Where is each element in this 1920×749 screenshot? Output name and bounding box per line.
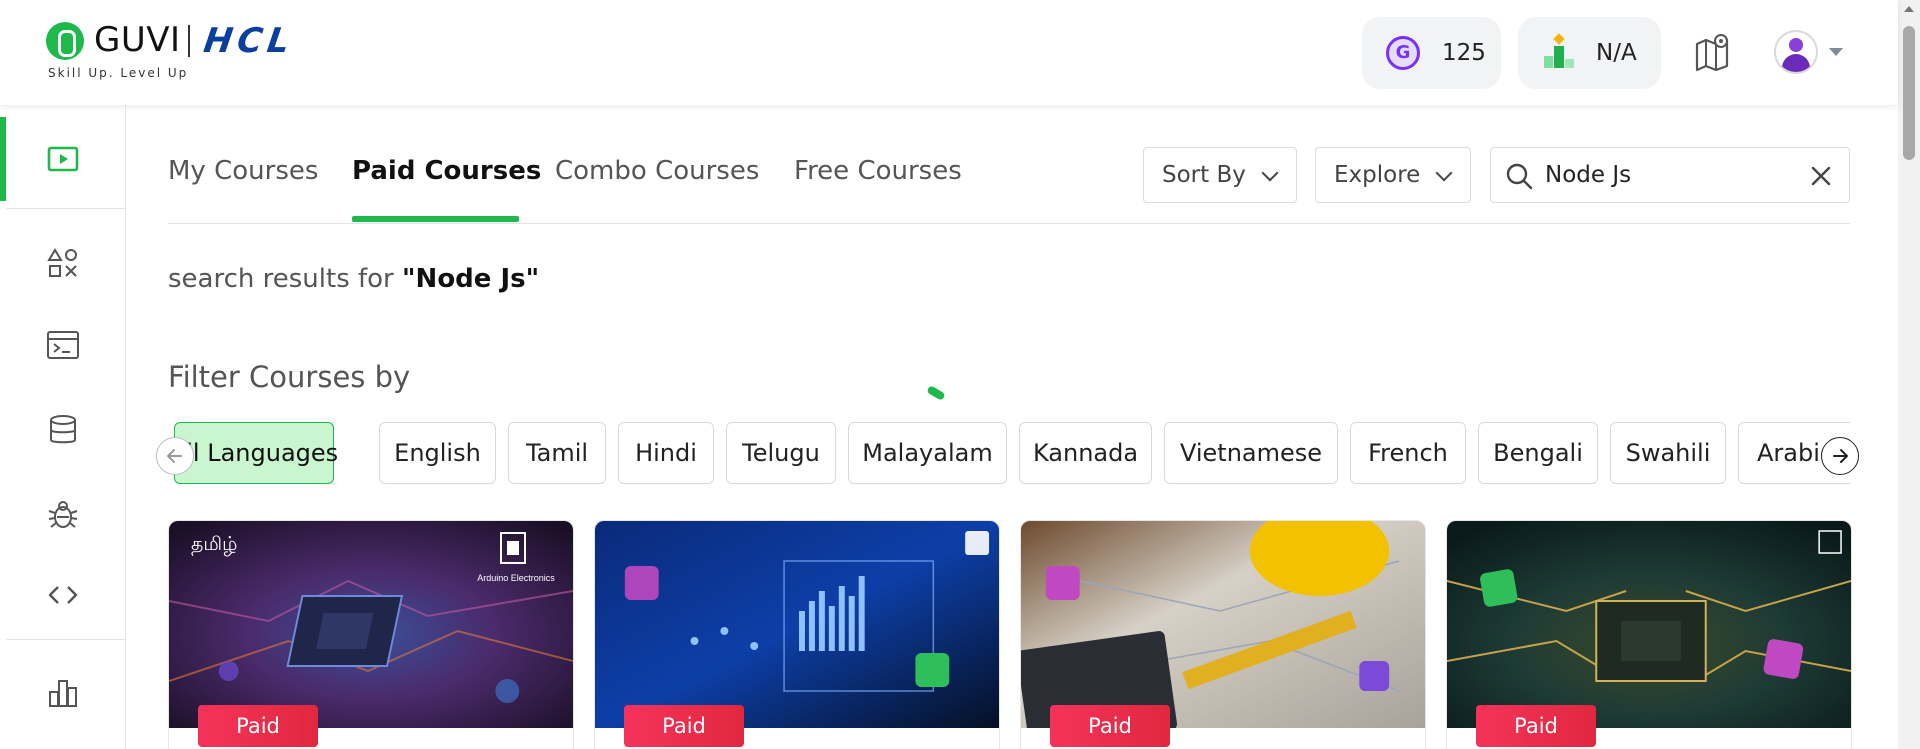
sidebar-item-leaderboard[interactable] bbox=[0, 663, 126, 723]
chip-telugu[interactable]: Telugu bbox=[726, 422, 836, 484]
chip-malayalam[interactable]: Malayalam bbox=[848, 422, 1007, 484]
rank-value: N/A bbox=[1596, 40, 1637, 66]
logo-guvi-text: GUVI bbox=[94, 20, 181, 60]
course-card[interactable]: Paid bbox=[1020, 520, 1426, 749]
language-filter-chips: All Languages English Tamil Hindi Telugu… bbox=[168, 420, 1850, 486]
play-icon bbox=[47, 146, 79, 172]
chip-swahili[interactable]: Swahili bbox=[1610, 422, 1726, 484]
paid-badge: Paid bbox=[1050, 705, 1170, 747]
tab-my-courses[interactable]: My Courses bbox=[168, 155, 318, 187]
explore-dropdown[interactable]: Explore bbox=[1315, 147, 1471, 203]
paid-badge: Paid bbox=[1476, 705, 1596, 747]
sidebar-item-code[interactable] bbox=[0, 565, 126, 625]
paid-badge: Paid bbox=[624, 705, 744, 747]
card-tag-text: Arduino Electronics bbox=[477, 573, 555, 583]
chevron-down-icon bbox=[1435, 164, 1453, 182]
scroll-left-button[interactable] bbox=[156, 437, 194, 475]
search-results-heading: search results for "Node Js" bbox=[168, 264, 539, 294]
guvi-logo-icon bbox=[46, 22, 84, 60]
chevron-down-icon[interactable] bbox=[1829, 48, 1843, 56]
sidebar-item-debug[interactable] bbox=[0, 485, 126, 545]
chevron-down-icon bbox=[1261, 164, 1279, 182]
logo-tagline: Skill Up. Level Up bbox=[48, 66, 189, 80]
tabs-divider bbox=[168, 223, 1850, 224]
active-tab-indicator bbox=[352, 216, 519, 222]
gems-counter[interactable]: 125 bbox=[1362, 17, 1501, 89]
chip-all-languages[interactable]: All Languages bbox=[170, 422, 338, 484]
tab-paid-courses[interactable]: Paid Courses bbox=[352, 155, 541, 187]
course-thumbnail bbox=[1021, 521, 1425, 728]
course-card[interactable]: Paid bbox=[1446, 520, 1852, 749]
search-icon bbox=[1506, 163, 1533, 190]
leaderboard-icon bbox=[1544, 33, 1574, 68]
close-icon[interactable] bbox=[1809, 164, 1833, 188]
chip-kannada[interactable]: Kannada bbox=[1019, 422, 1152, 484]
shapes-icon bbox=[47, 248, 77, 277]
chip-bengali[interactable]: Bengali bbox=[1478, 422, 1598, 484]
chip-hindi[interactable]: Hindi bbox=[618, 422, 714, 484]
rank-counter[interactable]: N/A bbox=[1518, 17, 1661, 89]
tab-combo-courses[interactable]: Combo Courses bbox=[555, 155, 759, 187]
guvi-hcl-logo[interactable]: GUVI HCL Skill Up. Level Up bbox=[46, 20, 356, 82]
chip-vietnamese[interactable]: Vietnamese bbox=[1164, 422, 1338, 484]
filter-title: Filter Courses by bbox=[168, 360, 411, 394]
user-avatar[interactable] bbox=[1774, 30, 1818, 74]
chart-icon bbox=[49, 680, 77, 707]
explore-label: Explore bbox=[1334, 162, 1421, 188]
sort-by-label: Sort By bbox=[1162, 162, 1246, 188]
chip-english[interactable]: English bbox=[379, 422, 496, 484]
chip-french[interactable]: French bbox=[1350, 422, 1466, 484]
gem-coin-icon bbox=[1386, 36, 1420, 70]
sidebar-item-ide[interactable] bbox=[0, 315, 126, 375]
roadmap-icon[interactable] bbox=[1693, 32, 1733, 72]
results-prefix: search results for bbox=[168, 264, 394, 294]
top-header: GUVI HCL Skill Up. Level Up 125 N/A bbox=[0, 0, 1898, 105]
chip-tamil[interactable]: Tamil bbox=[508, 422, 606, 484]
course-thumbnail bbox=[595, 521, 999, 728]
loading-spinner bbox=[926, 385, 946, 401]
course-thumbnail bbox=[1447, 521, 1851, 728]
search-input[interactable] bbox=[1545, 158, 1795, 192]
left-sidebar bbox=[0, 105, 126, 749]
card-language-label: தமிழ் bbox=[191, 533, 238, 555]
results-query: "Node Js" bbox=[402, 264, 540, 294]
logo-hcl-text: HCL bbox=[201, 21, 297, 61]
database-icon bbox=[50, 415, 76, 444]
scroll-right-button[interactable] bbox=[1821, 437, 1859, 475]
sidebar-item-practice[interactable] bbox=[0, 233, 126, 293]
sidebar-item-courses[interactable] bbox=[0, 117, 126, 201]
tab-free-courses[interactable]: Free Courses bbox=[794, 155, 962, 187]
logo-separator bbox=[188, 25, 190, 57]
arrow-left-icon bbox=[167, 449, 182, 463]
sidebar-divider bbox=[6, 639, 126, 640]
course-card[interactable]: Paid bbox=[594, 520, 1000, 749]
paid-badge: Paid bbox=[198, 705, 318, 747]
scrollbar-thumb[interactable] bbox=[1903, 26, 1915, 160]
course-search bbox=[1490, 147, 1850, 203]
arrow-right-icon bbox=[1833, 449, 1848, 463]
sort-by-dropdown[interactable]: Sort By bbox=[1143, 147, 1297, 203]
sidebar-divider bbox=[6, 208, 126, 209]
code-icon bbox=[48, 586, 78, 604]
terminal-icon bbox=[47, 331, 79, 359]
scroll-up-icon[interactable] bbox=[1904, 6, 1914, 12]
course-card[interactable]: தமிழ் Arduino Electronics Paid bbox=[168, 520, 574, 749]
bug-icon bbox=[48, 501, 78, 528]
sidebar-item-database[interactable] bbox=[0, 400, 126, 460]
page-scrollbar[interactable] bbox=[1898, 0, 1920, 749]
arduino-chip-icon: Arduino Electronics bbox=[471, 531, 561, 595]
gems-count: 125 bbox=[1442, 40, 1486, 66]
